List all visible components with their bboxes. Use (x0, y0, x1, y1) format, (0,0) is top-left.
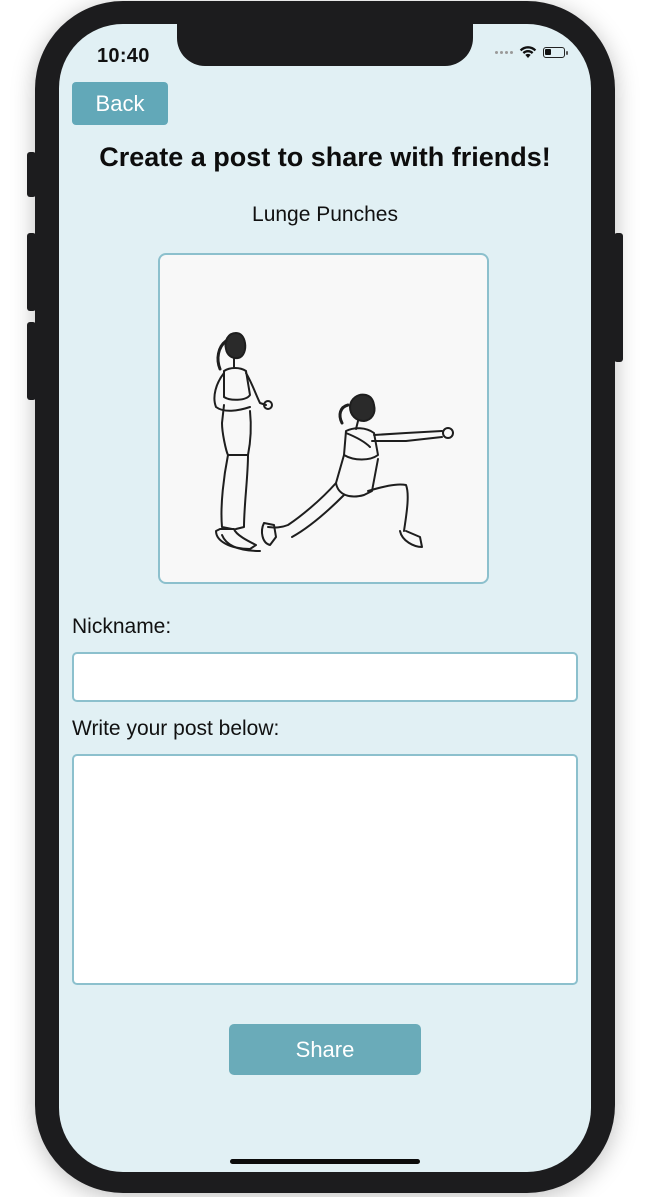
lunge-punch-illustration (213, 332, 454, 552)
volume-up-button (27, 233, 36, 311)
page-title: Create a post to share with friends! (99, 142, 551, 172)
post-label: Write your post below: (72, 717, 280, 740)
wifi-icon (519, 46, 537, 58)
battery-icon (543, 46, 568, 58)
nickname-label: Nickname: (72, 615, 172, 638)
share-button[interactable]: Share (229, 1024, 421, 1075)
exercise-image (158, 253, 489, 584)
volume-down-button (27, 322, 36, 400)
post-textarea[interactable] (72, 754, 578, 985)
app-screen: 10:40 Back Create a post to share with f… (59, 24, 591, 1172)
power-button (614, 233, 623, 362)
exercise-name: Lunge Punches (252, 203, 398, 226)
status-time: 10:40 (97, 45, 150, 67)
status-icons (495, 45, 568, 59)
signal-dots-icon (495, 50, 513, 54)
mute-switch (27, 152, 36, 197)
back-button[interactable]: Back (72, 82, 168, 125)
nickname-input[interactable] (72, 652, 578, 702)
home-indicator (230, 1159, 420, 1164)
notch (177, 24, 473, 66)
